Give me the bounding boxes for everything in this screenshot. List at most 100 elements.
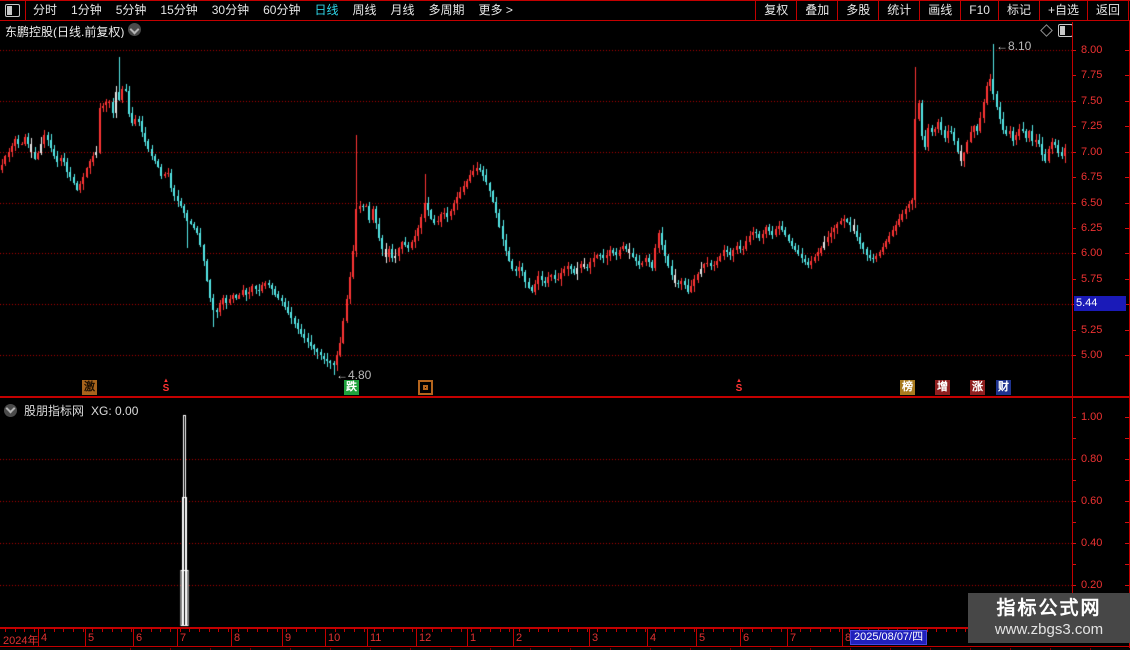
minor-tick — [412, 629, 413, 632]
dividend-marker[interactable]: ▲ S — [160, 378, 172, 394]
month-label: 3 — [592, 632, 599, 644]
menu-item-1分钟[interactable]: 1分钟 — [64, 1, 109, 20]
minor-tick — [965, 629, 966, 632]
minor-tick — [839, 629, 840, 632]
month-separator — [740, 629, 741, 646]
month-label: 4 — [650, 632, 657, 644]
minor-tick — [451, 629, 452, 632]
menu-item-返回[interactable]: 返回 — [1086, 1, 1129, 20]
month-label: 6 — [136, 632, 143, 644]
minor-tick — [354, 629, 355, 632]
minor-tick — [927, 629, 928, 632]
layout-toggle-button[interactable] — [0, 1, 26, 20]
minor-tick — [112, 629, 113, 632]
indicator-axis-label: 0.40 — [1081, 537, 1103, 549]
menu-item-周线[interactable]: 周线 — [345, 1, 383, 20]
indicator-header: 股朋指标网 XG: 0.00 — [4, 402, 138, 419]
price-axis-label: 5.75 — [1081, 273, 1103, 285]
minor-tick — [752, 629, 753, 632]
indicator-dropdown-button[interactable] — [4, 404, 17, 417]
panel-layout-icon-2[interactable] — [1058, 24, 1073, 37]
month-separator — [85, 629, 86, 646]
month-label: 11 — [370, 632, 382, 644]
title-dropdown-button[interactable] — [128, 23, 141, 36]
watermark: 指标公式网 www.zbgs3.com — [968, 593, 1130, 643]
month-label: 5 — [699, 632, 706, 644]
year-label: 2024年 — [3, 635, 39, 647]
month-label: 4 — [41, 632, 48, 644]
menu-item-分时[interactable]: 分时 — [26, 1, 64, 20]
minor-tick — [733, 629, 734, 632]
minor-tick — [558, 629, 559, 632]
dividend-marker[interactable]: ▲ S — [733, 378, 745, 394]
tools-menu: 复权 叠加 多股 统计 画线 F10 标记 +自选 返回 — [755, 1, 1129, 20]
minor-tick — [568, 629, 569, 632]
diamond-icon[interactable] — [1040, 24, 1053, 37]
minor-tick — [830, 629, 831, 632]
event-marker-财[interactable]: 财 — [996, 380, 1011, 395]
menu-item-月线[interactable]: 月线 — [384, 1, 422, 20]
minor-tick — [781, 629, 782, 632]
minor-tick — [306, 629, 307, 632]
event-marker-跌[interactable]: 跌 — [344, 380, 359, 395]
minor-tick — [713, 629, 714, 632]
price-axis-label: 8.00 — [1081, 44, 1103, 56]
minor-tick — [956, 629, 957, 632]
price-axis-label: 6.25 — [1081, 222, 1103, 234]
month-label: 7 — [180, 632, 187, 644]
minor-tick — [247, 629, 248, 632]
month-separator — [842, 629, 843, 646]
month-label: 5 — [88, 632, 95, 644]
month-label: 2 — [516, 632, 523, 644]
minor-tick — [102, 629, 103, 632]
minor-tick — [160, 629, 161, 632]
menu-item-F10[interactable]: F10 — [960, 1, 998, 20]
price-axis-label: 7.75 — [1081, 69, 1103, 81]
minor-tick — [121, 629, 122, 632]
indicator-axis-label: 0.20 — [1081, 579, 1103, 591]
month-label: 12 — [419, 632, 432, 644]
menu-item-多股[interactable]: 多股 — [837, 1, 878, 20]
inner-square — [423, 385, 428, 390]
minor-tick — [267, 629, 268, 632]
menu-item-60分钟[interactable]: 60分钟 — [256, 1, 307, 20]
minor-tick — [936, 629, 937, 632]
minor-tick — [509, 629, 510, 632]
menu-item-5分钟[interactable]: 5分钟 — [109, 1, 154, 20]
menu-item-标记[interactable]: 标记 — [997, 1, 1039, 20]
event-marker-激[interactable]: 激 — [82, 380, 97, 395]
menu-item-叠加[interactable]: 叠加 — [796, 1, 837, 20]
minor-tick — [810, 629, 811, 632]
minor-tick — [636, 629, 637, 632]
menu-item-30分钟[interactable]: 30分钟 — [205, 1, 256, 20]
minor-tick — [762, 629, 763, 632]
minor-tick — [189, 629, 190, 632]
event-marker-榜[interactable]: 榜 — [900, 380, 915, 395]
minor-tick — [383, 629, 384, 632]
price-annotation: ←8.10 — [996, 39, 1032, 53]
event-marker-回[interactable] — [418, 380, 433, 395]
indicator-chart[interactable] — [0, 398, 1072, 627]
minor-tick — [500, 629, 501, 632]
minor-tick — [538, 629, 539, 632]
price-axis[interactable]: 8.00 7.75 7.50 7.25 7.00 6.75 6.50 6.25 6.00 5.75… — [1072, 38, 1130, 396]
menu-item-复权[interactable]: 复权 — [755, 1, 796, 20]
minor-tick — [645, 629, 646, 632]
minor-tick — [480, 629, 481, 632]
menu-item-15分钟[interactable]: 15分钟 — [153, 1, 204, 20]
menu-item-+自选[interactable]: +自选 — [1038, 1, 1087, 20]
menu-item-多周期[interactable]: 多周期 — [422, 1, 472, 20]
time-axis[interactable]: 2024年 4 5 6 7 8 9 10 11 12 1 2 3 4 5 6 7 8 2025/08/07/四 — [0, 629, 1130, 647]
event-marker-增[interactable]: 增 — [935, 380, 950, 395]
menu-item-统计[interactable]: 统计 — [878, 1, 919, 20]
minor-tick — [170, 629, 171, 632]
month-separator — [467, 629, 468, 646]
menu-item-更多 >[interactable]: 更多 > — [472, 1, 520, 20]
menu-item-画线[interactable]: 画线 — [919, 1, 960, 20]
watermark-url: www.zbgs3.com — [994, 621, 1104, 638]
price-axis-label: 7.50 — [1081, 95, 1103, 107]
minor-tick — [587, 629, 588, 632]
menu-item-日线[interactable]: 日线 — [307, 1, 345, 20]
month-label: 6 — [743, 632, 750, 644]
event-marker-涨[interactable]: 涨 — [970, 380, 985, 395]
